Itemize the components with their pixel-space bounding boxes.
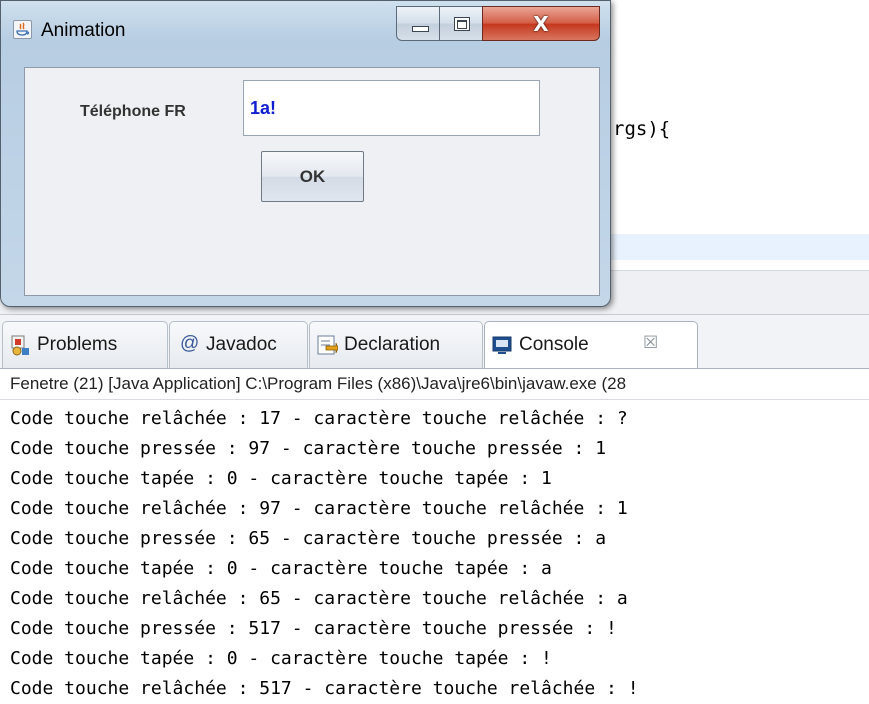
tab-declaration[interactable]: Declaration — [309, 321, 483, 369]
maximize-icon — [454, 17, 470, 31]
window-controls: X — [396, 6, 600, 41]
console-line: Code touche pressée : 65 - caractère tou… — [10, 528, 607, 549]
console-line: Code touche pressée : 517 - caractère to… — [10, 618, 617, 639]
console-line: Code touche tapée : 0 - caractère touche… — [10, 648, 552, 669]
declaration-icon — [317, 335, 338, 355]
phone-input[interactable]: 1a! — [243, 80, 540, 136]
console-line: Code touche pressée : 97 - caractère tou… — [10, 438, 607, 459]
dialog-content: Téléphone FR 1a! OK — [24, 67, 600, 296]
tab-problems[interactable]: Problems — [2, 321, 168, 369]
problems-icon — [11, 335, 29, 356]
console-line: Code touche relâchée : 517 - caractère t… — [10, 678, 639, 699]
console-line: Code touche relâchée : 65 - caractère to… — [10, 588, 628, 609]
close-button[interactable]: X — [482, 6, 600, 41]
editor-code-text: rgs){ — [613, 118, 671, 140]
console-launch-description: Fenetre (21) [Java Application] C:\Progr… — [0, 368, 869, 400]
console-icon — [492, 336, 512, 354]
tab-problems-label: Problems — [37, 334, 118, 355]
console-line: Code touche tapée : 0 - caractère touche… — [10, 558, 552, 579]
console-line: Code touche relâchée : 17 - caractère to… — [10, 408, 628, 429]
minimize-icon — [412, 26, 429, 32]
dialog-title: Animation — [41, 20, 126, 41]
view-tab-bar: Problems @ Javadoc Declaration Console ☒ — [0, 314, 869, 370]
tab-declaration-label: Declaration — [344, 334, 441, 355]
console-output[interactable]: Code touche relâchée : 17 - caractère to… — [0, 400, 869, 704]
tab-javadoc[interactable]: @ Javadoc — [169, 321, 308, 369]
maximize-button[interactable] — [439, 6, 483, 41]
current-line-highlight — [600, 234, 869, 260]
close-icon: X — [533, 12, 549, 36]
tab-javadoc-label: Javadoc — [206, 334, 277, 355]
console-line: Code touche tapée : 0 - caractère touche… — [10, 468, 552, 489]
minimize-button[interactable] — [396, 6, 440, 41]
close-tab-icon[interactable]: ☒ — [643, 333, 658, 353]
java-app-icon — [13, 20, 32, 39]
ok-button[interactable]: OK — [261, 151, 364, 202]
console-line: Code touche relâchée : 97 - caractère to… — [10, 498, 628, 519]
tab-console-label: Console — [519, 334, 589, 355]
tab-console[interactable]: Console ☒ — [484, 321, 698, 370]
dialog-titlebar[interactable]: Animation X — [1, 1, 610, 57]
phone-field-label: Téléphone FR — [80, 103, 186, 120]
at-icon: @ — [180, 333, 200, 354]
animation-dialog: Animation X Téléphone FR 1a! OK — [0, 0, 611, 307]
